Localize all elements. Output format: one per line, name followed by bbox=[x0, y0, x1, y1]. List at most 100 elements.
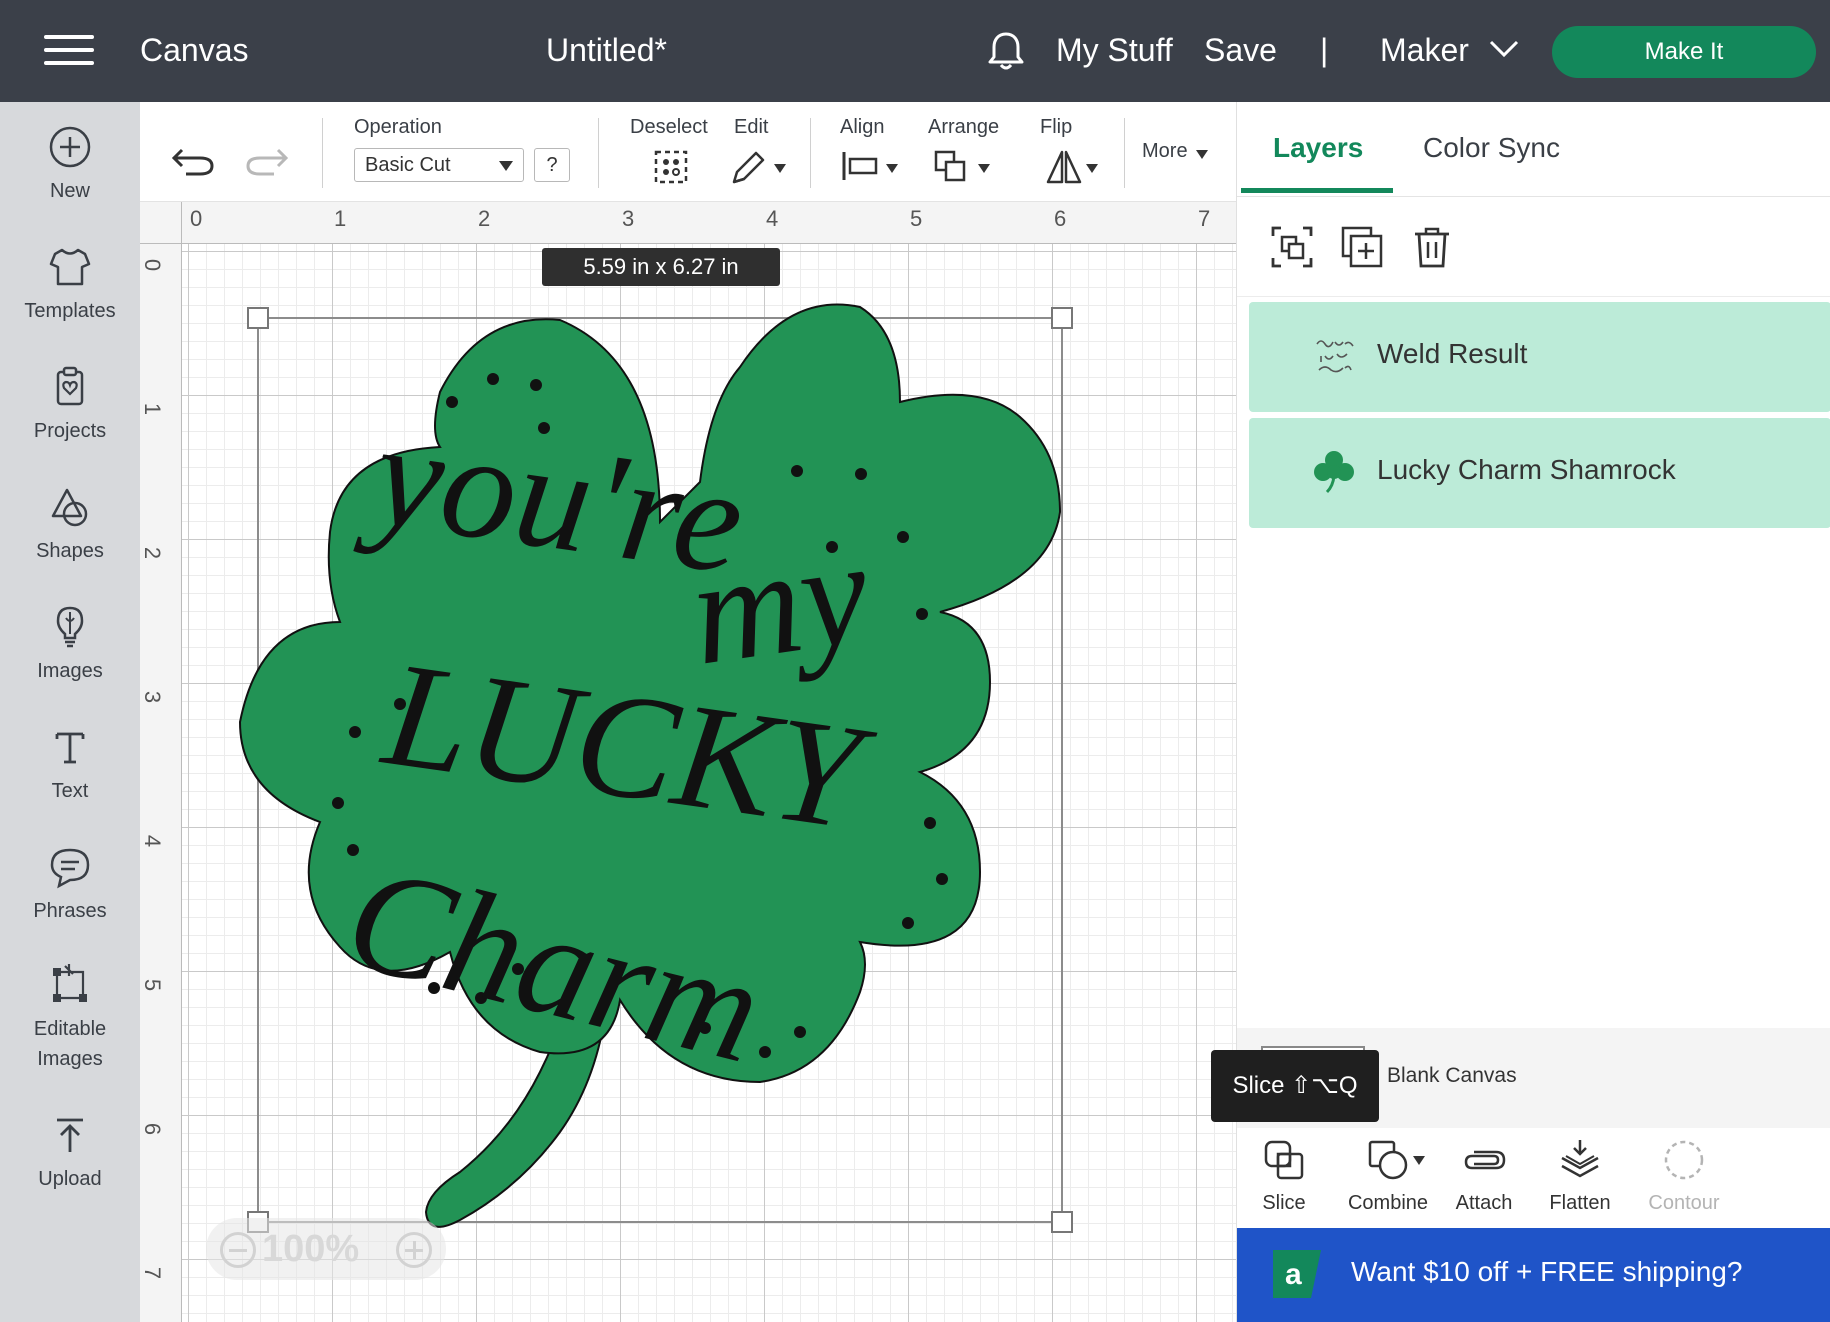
caret-down-icon[interactable] bbox=[886, 164, 898, 173]
zoom-in-icon[interactable] bbox=[396, 1232, 432, 1268]
promo-banner[interactable]: a Want $10 off + FREE shipping? bbox=[1237, 1228, 1830, 1322]
deselect-icon[interactable] bbox=[652, 148, 690, 186]
lightbulb-icon bbox=[56, 606, 84, 648]
align-icon[interactable] bbox=[840, 148, 880, 184]
panel-divider bbox=[1237, 296, 1830, 297]
redo-icon[interactable] bbox=[244, 140, 290, 180]
selection-handle[interactable] bbox=[1051, 307, 1073, 329]
trash-icon[interactable] bbox=[1409, 224, 1455, 270]
pencil-icon[interactable] bbox=[728, 148, 768, 186]
save-button[interactable]: Save bbox=[1204, 30, 1277, 70]
more-button[interactable]: More bbox=[1142, 140, 1188, 163]
panel-divider bbox=[1237, 196, 1830, 197]
flip-icon[interactable] bbox=[1044, 148, 1084, 186]
operation-select[interactable]: Basic Cut bbox=[354, 148, 524, 182]
promo-logo-letter: a bbox=[1285, 1258, 1302, 1291]
topbar-separator: | bbox=[1320, 32, 1329, 68]
flatten-button[interactable]: Flatten bbox=[1525, 1138, 1635, 1215]
zoom-out-icon[interactable] bbox=[220, 1232, 256, 1268]
sidebar-item-templates[interactable]: Templates bbox=[0, 244, 140, 326]
sidebar-item-label: Projects bbox=[33, 420, 107, 442]
sidebar-item-label: Images bbox=[37, 660, 103, 682]
chevron-down-icon[interactable] bbox=[1488, 38, 1520, 60]
sidebar-item-phrases[interactable]: Phrases bbox=[0, 844, 140, 926]
sidebar-item-projects[interactable]: Projects bbox=[0, 364, 140, 446]
slice-button[interactable]: Slice bbox=[1229, 1138, 1339, 1215]
attach-button[interactable]: Attach bbox=[1429, 1138, 1539, 1215]
notification-bell-icon[interactable] bbox=[986, 30, 1026, 72]
contour-button[interactable]: Contour bbox=[1629, 1138, 1739, 1215]
sidebar-item-label: Text bbox=[51, 780, 89, 802]
layers-panel: Layers Color Sync Weld Result Lucky Char… bbox=[1211, 102, 1830, 1322]
tab-color-sync[interactable]: Color Sync bbox=[1423, 132, 1560, 164]
left-sidebar: New Templates Projects Shapes Images Tex… bbox=[0, 102, 140, 1322]
dimension-label: 5.59 in x 6.27 in bbox=[542, 248, 780, 286]
toolbar-divider bbox=[1124, 118, 1125, 188]
more-label: More bbox=[1142, 140, 1188, 162]
tool-label: Combine bbox=[1347, 1192, 1429, 1214]
flatten-icon bbox=[1561, 1140, 1599, 1178]
editable-image-icon bbox=[53, 964, 87, 1002]
sidebar-item-label: Templates bbox=[24, 300, 116, 322]
caret-down-icon[interactable] bbox=[1196, 150, 1208, 159]
tab-layers[interactable]: Layers bbox=[1273, 132, 1363, 164]
promo-text: Want $10 off + FREE shipping? bbox=[1351, 1256, 1743, 1287]
slice-tooltip: Slice ⇧⌥Q bbox=[1211, 1050, 1379, 1122]
duplicate-icon[interactable] bbox=[1339, 224, 1385, 270]
sidebar-item-label: Upload bbox=[38, 1168, 102, 1190]
text-t-icon bbox=[55, 732, 85, 764]
shapes-icon bbox=[51, 488, 88, 527]
clipboard-heart-icon bbox=[56, 366, 84, 406]
selection-handle[interactable] bbox=[247, 307, 269, 329]
shirt-icon bbox=[49, 248, 91, 286]
sidebar-item-new[interactable]: New bbox=[0, 124, 140, 206]
shamrock-design[interactable]: you're my LUCKY Charm bbox=[140, 202, 1236, 1322]
tool-label: Flatten bbox=[1549, 1192, 1611, 1214]
sidebar-item-shapes[interactable]: Shapes bbox=[0, 484, 140, 566]
plus-circle-icon bbox=[49, 126, 91, 168]
toolbar-divider bbox=[322, 118, 323, 188]
tool-label: Contour bbox=[1648, 1192, 1720, 1214]
blank-canvas-label: Blank Canvas bbox=[1387, 1064, 1517, 1087]
section-title: Canvas bbox=[140, 32, 249, 68]
toolbar-divider bbox=[810, 118, 811, 188]
arrange-icon[interactable] bbox=[932, 148, 972, 186]
caret-down-icon[interactable] bbox=[978, 164, 990, 173]
design-canvas[interactable]: 0 1 2 3 4 5 6 7 0 1 2 3 4 5 6 7 you're m… bbox=[140, 202, 1236, 1322]
sidebar-item-label: Shapes bbox=[36, 540, 104, 562]
cricut-design-space: Canvas Untitled* My Stuff Save | Maker M… bbox=[0, 0, 1830, 1322]
combine-button[interactable]: Combine bbox=[1333, 1138, 1443, 1215]
flip-label: Flip bbox=[1040, 116, 1073, 138]
lettering-my: my bbox=[681, 508, 878, 697]
arrange-label: Arrange bbox=[928, 116, 1000, 138]
toolbar-divider bbox=[598, 118, 599, 188]
caret-down-icon[interactable] bbox=[774, 164, 786, 173]
caret-down-icon[interactable] bbox=[1086, 164, 1098, 173]
layer-row-weld-result[interactable]: Weld Result bbox=[1249, 302, 1830, 412]
operation-help-button[interactable]: ? bbox=[534, 148, 570, 182]
tool-label: Slice bbox=[1262, 1192, 1306, 1214]
layer-row-lucky-charm-shamrock[interactable]: Lucky Charm Shamrock bbox=[1249, 418, 1830, 528]
sidebar-item-text[interactable]: Text bbox=[0, 724, 140, 806]
machine-selector[interactable]: Maker bbox=[1380, 30, 1469, 70]
make-it-button[interactable]: Make It bbox=[1552, 26, 1816, 78]
document-title[interactable]: Untitled* bbox=[546, 30, 667, 70]
contour-icon bbox=[1664, 1140, 1704, 1180]
edit-label: Edit bbox=[734, 116, 769, 138]
zoom-level: 100% bbox=[262, 1228, 360, 1270]
selection-handle[interactable] bbox=[1051, 1211, 1073, 1233]
sidebar-item-upload[interactable]: Upload bbox=[0, 1112, 140, 1194]
speech-bubble-icon bbox=[50, 848, 90, 889]
sidebar-item-label: Phrases bbox=[33, 900, 107, 922]
combine-caret-icon[interactable] bbox=[1413, 1156, 1425, 1165]
promo-logo-icon: a bbox=[1273, 1250, 1321, 1298]
sidebar-item-images[interactable]: Images bbox=[0, 604, 140, 686]
layer-name: Weld Result bbox=[1377, 338, 1528, 369]
undo-icon[interactable] bbox=[170, 140, 216, 180]
hamburger-menu-icon[interactable] bbox=[44, 33, 94, 67]
my-stuff-link[interactable]: My Stuff bbox=[1056, 30, 1173, 70]
group-icon[interactable] bbox=[1269, 224, 1315, 270]
sidebar-item-editable-images[interactable]: Editable Images bbox=[0, 962, 140, 1074]
sidebar-item-label: New bbox=[49, 180, 90, 202]
caret-down-icon bbox=[499, 161, 513, 171]
